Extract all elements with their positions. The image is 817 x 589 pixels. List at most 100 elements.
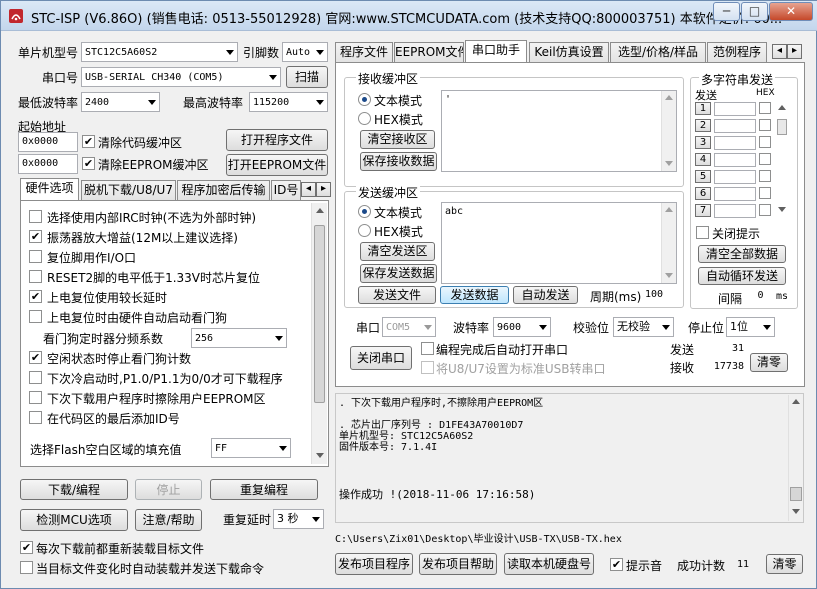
download-program-button[interactable]: 下载/编程 <box>20 479 128 500</box>
scroll-down-icon[interactable] <box>316 453 324 458</box>
baud-rate-select[interactable]: 9600 <box>493 317 551 337</box>
tab-program-file[interactable]: 程序文件 <box>335 42 393 62</box>
tab-scroll-right-icon[interactable]: ▸ <box>316 182 331 197</box>
interval-input[interactable]: 0 <box>746 288 772 304</box>
multi-hex-checkbox[interactable] <box>759 119 771 131</box>
multi-string-scrollbar[interactable] <box>776 101 788 219</box>
repeat-program-button[interactable]: 重复编程 <box>210 479 318 500</box>
multi-send-button[interactable]: 5 <box>695 170 711 183</box>
multi-send-button[interactable]: 6 <box>695 187 711 200</box>
save-send-button[interactable]: 保存发送数据 <box>360 264 437 283</box>
port-select[interactable]: USB-SERIAL CH340 (COM5) <box>81 67 281 87</box>
wdt-select[interactable]: 256 <box>191 328 287 348</box>
clear-code-checkbox[interactable]: ✔ <box>82 135 95 148</box>
multi-hex-checkbox[interactable] <box>759 153 771 165</box>
send-textarea[interactable]: abc <box>441 202 677 284</box>
scroll-thumb[interactable] <box>777 119 787 135</box>
hw-option-checkbox-4[interactable]: ✔ <box>29 290 42 303</box>
help-button[interactable]: 注意/帮助 <box>135 509 202 531</box>
scroll-thumb[interactable] <box>790 487 802 501</box>
clear-send-button[interactable]: 清空发送区 <box>360 242 435 261</box>
multi-string-input[interactable] <box>714 153 756 167</box>
hw-option-checkbox-8[interactable] <box>29 391 42 404</box>
send-text-mode-radio[interactable] <box>358 205 371 218</box>
multi-hex-checkbox[interactable] <box>759 170 771 182</box>
max-baud-select[interactable]: 115200 <box>249 92 328 112</box>
log-scrollbar[interactable] <box>788 395 803 521</box>
clear-eeprom-checkbox[interactable]: ✔ <box>82 157 95 170</box>
publish-help-button[interactable]: 发布项目帮助 <box>419 553 497 575</box>
tab-id[interactable]: ID号 <box>271 180 301 200</box>
scroll-up-icon[interactable] <box>792 399 800 404</box>
scroll-down-icon[interactable] <box>778 207 786 212</box>
multi-string-input[interactable] <box>714 170 756 184</box>
receive-textarea[interactable]: ' <box>441 90 677 172</box>
close-button[interactable]: ✕ <box>769 2 813 21</box>
hw-options-scrollbar[interactable] <box>311 203 327 464</box>
multi-send-button[interactable]: 2 <box>695 119 711 132</box>
tab-hardware-options[interactable]: 硬件选项 <box>20 178 79 200</box>
tab-selection-price[interactable]: 选型/价格/样品 <box>610 42 706 62</box>
fill-value-select[interactable]: FF <box>211 438 291 458</box>
hw-option-checkbox-7[interactable] <box>29 371 42 384</box>
eeprom-address-input[interactable]: 0x0000 <box>18 154 78 174</box>
usb-serial-checkbox[interactable] <box>421 361 434 374</box>
tab-offline-download[interactable]: 脱机下载/U8/U7 <box>81 180 176 200</box>
multi-string-input[interactable] <box>714 119 756 133</box>
serial-port-select[interactable]: COM5 <box>382 317 436 337</box>
code-address-input[interactable]: 0x0000 <box>18 132 78 152</box>
tab-eeprom-file[interactable]: EEPROM文件 <box>394 42 464 62</box>
open-program-file-button[interactable]: 打开程序文件 <box>226 129 328 151</box>
hw-option-checkbox-9[interactable] <box>29 411 42 424</box>
multi-hex-checkbox[interactable] <box>759 136 771 148</box>
multi-hex-checkbox[interactable] <box>759 102 771 114</box>
hw-option-checkbox-2[interactable] <box>29 250 42 263</box>
repeat-delay-select[interactable]: 3 秒 <box>273 509 324 529</box>
tab-serial-assistant[interactable]: 串口助手 <box>465 40 527 62</box>
stop-button[interactable]: 停止 <box>135 479 202 500</box>
minimize-button[interactable]: ─ <box>713 2 740 21</box>
detect-mcu-button[interactable]: 检测MCU选项 <box>20 509 128 531</box>
save-receive-button[interactable]: 保存接收数据 <box>360 152 437 171</box>
scroll-up-icon[interactable] <box>665 95 673 100</box>
auto-load-checkbox[interactable] <box>20 561 33 574</box>
parity-select[interactable]: 无校验 <box>613 317 674 337</box>
close-serial-button[interactable]: 关闭串口 <box>350 346 412 370</box>
multi-send-button[interactable]: 3 <box>695 136 711 149</box>
scroll-up-icon[interactable] <box>316 208 324 213</box>
multi-string-input[interactable] <box>714 136 756 150</box>
stop-bits-select[interactable]: 1位 <box>726 317 775 337</box>
multi-string-input[interactable] <box>714 102 756 116</box>
multi-string-input[interactable] <box>714 204 756 218</box>
period-input[interactable]: 100 <box>641 286 673 304</box>
tab-scroll-left-icon[interactable]: ◂ <box>301 182 316 197</box>
recv-text-mode-radio[interactable] <box>358 93 371 106</box>
scroll-up-icon[interactable] <box>778 105 786 110</box>
multi-send-button[interactable]: 1 <box>695 102 711 115</box>
title-bar[interactable]: STC-ISP (V6.86O) (销售电话: 0513-55012928) 官… <box>1 1 817 31</box>
clear-all-data-button[interactable]: 清空全部数据 <box>698 245 786 263</box>
log-output[interactable]: . 下次下载用户程序时,不擦除用户EEPROM区 . 芯片出厂序列号 : D1F… <box>335 393 804 523</box>
tab-encrypted-transfer[interactable]: 程序加密后传输 <box>177 180 270 200</box>
clear-receive-button[interactable]: 清空接收区 <box>360 130 435 149</box>
scroll-thumb[interactable] <box>314 225 325 403</box>
auto-open-checkbox[interactable] <box>421 342 434 355</box>
clear-count-button[interactable]: 清零 <box>750 353 788 372</box>
multi-send-button[interactable]: 7 <box>695 204 711 217</box>
hw-option-checkbox-3[interactable] <box>29 270 42 283</box>
scroll-down-icon[interactable] <box>665 161 673 166</box>
min-baud-select[interactable]: 2400 <box>81 92 160 112</box>
tab-examples[interactable]: 范例程序 <box>707 42 767 62</box>
multi-send-button[interactable]: 4 <box>695 153 711 166</box>
read-disk-id-button[interactable]: 读取本机硬盘号 <box>504 553 594 575</box>
send-file-button[interactable]: 发送文件 <box>358 286 436 304</box>
send-scrollbar[interactable] <box>661 203 676 283</box>
recv-hex-mode-radio[interactable] <box>358 112 371 125</box>
hw-option-checkbox-6[interactable]: ✔ <box>29 351 42 364</box>
mcu-type-select[interactable]: STC12C5A60S2 <box>81 42 238 62</box>
open-eeprom-file-button[interactable]: 打开EEPROM文件 <box>226 154 328 176</box>
tab-keil-settings[interactable]: Keil仿真设置 <box>529 42 609 62</box>
hw-option-checkbox-0[interactable] <box>29 210 42 223</box>
scroll-down-icon[interactable] <box>792 509 800 514</box>
clear-success-button[interactable]: 清零 <box>766 554 803 574</box>
